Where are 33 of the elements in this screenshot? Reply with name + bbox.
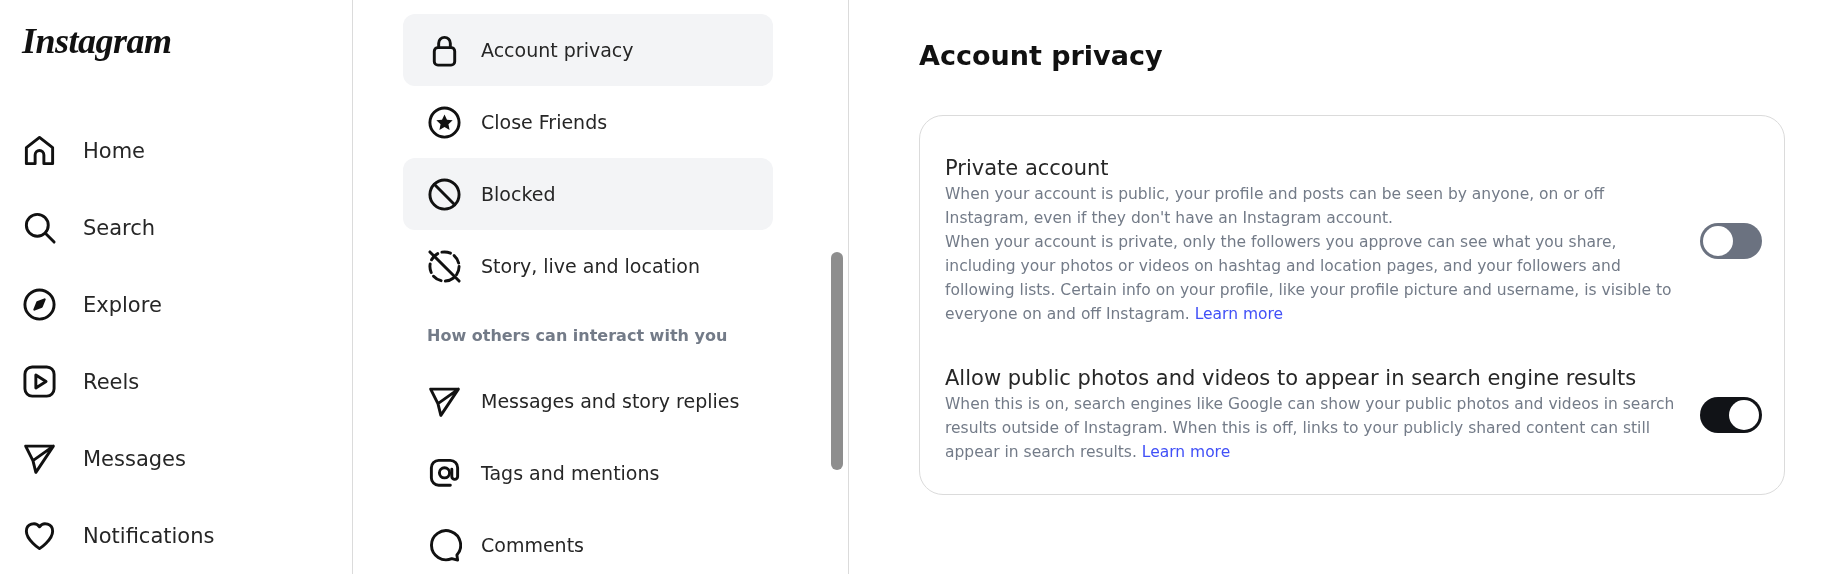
home-icon [22, 133, 57, 168]
search-icon [22, 210, 57, 245]
toggle-switch[interactable] [1700, 223, 1762, 259]
learn-more-link[interactable]: Learn more [1141, 443, 1231, 461]
settings-menu-item[interactable]: Comments [403, 509, 773, 574]
compass-icon [22, 287, 57, 322]
nav-item[interactable]: Explore [22, 266, 352, 343]
option-description: When your account is private, only the followers you approve can see what you share, including your photos or videos on hashtag and location pages, and your followers and following lists. Certain info on your profile, like your profile picture and username, is visible to everyone on and off Instagram. Learn more [945, 232, 1673, 325]
nav-item[interactable]: Reels [22, 343, 352, 420]
instagram-logo[interactable]: Instagram [22, 20, 172, 62]
page-title: Account privacy [919, 40, 1164, 71]
option-title: Private account [945, 156, 1110, 180]
learn-more-link[interactable]: Learn more [1194, 305, 1284, 323]
settings-menu-item[interactable]: Story, live and location [403, 230, 773, 302]
settings-menu-item[interactable]: Close Friends [403, 86, 773, 158]
option-description: When this is on, search engines like Google can show your public photos and videos in search results outside of Instagram. When this is off, links to your publicly shared content can still appear in search results. Learn more [945, 394, 1675, 463]
section-heading: How others can interact with you [426, 325, 728, 347]
option-title: Allow public photos and videos to appear in search engine results [945, 366, 1638, 390]
toggle-switch[interactable] [1700, 397, 1762, 433]
settings-menu-item[interactable]: Tags and mentions [403, 437, 773, 509]
option-description: When your account is public, your profile and posts can be seen by anyone, on or off Instagram, even if they don't have an Instagram account. [945, 184, 1606, 229]
settings-menu-item[interactable]: Account privacy [403, 14, 773, 86]
settings-menu-item[interactable]: Blocked [403, 158, 773, 230]
comment-icon [427, 527, 462, 563]
scrollbar[interactable] [831, 252, 843, 470]
nav-item[interactable]: Notifications [22, 497, 352, 574]
settings-menu-item[interactable]: Messages and story replies [403, 365, 773, 437]
story-off-icon [427, 248, 462, 284]
nav-item[interactable]: Search [22, 189, 352, 266]
nav-item[interactable]: Home [22, 112, 352, 189]
nav-item[interactable]: Messages [22, 420, 352, 497]
blocked-icon [427, 176, 462, 212]
play-icon [22, 364, 57, 399]
